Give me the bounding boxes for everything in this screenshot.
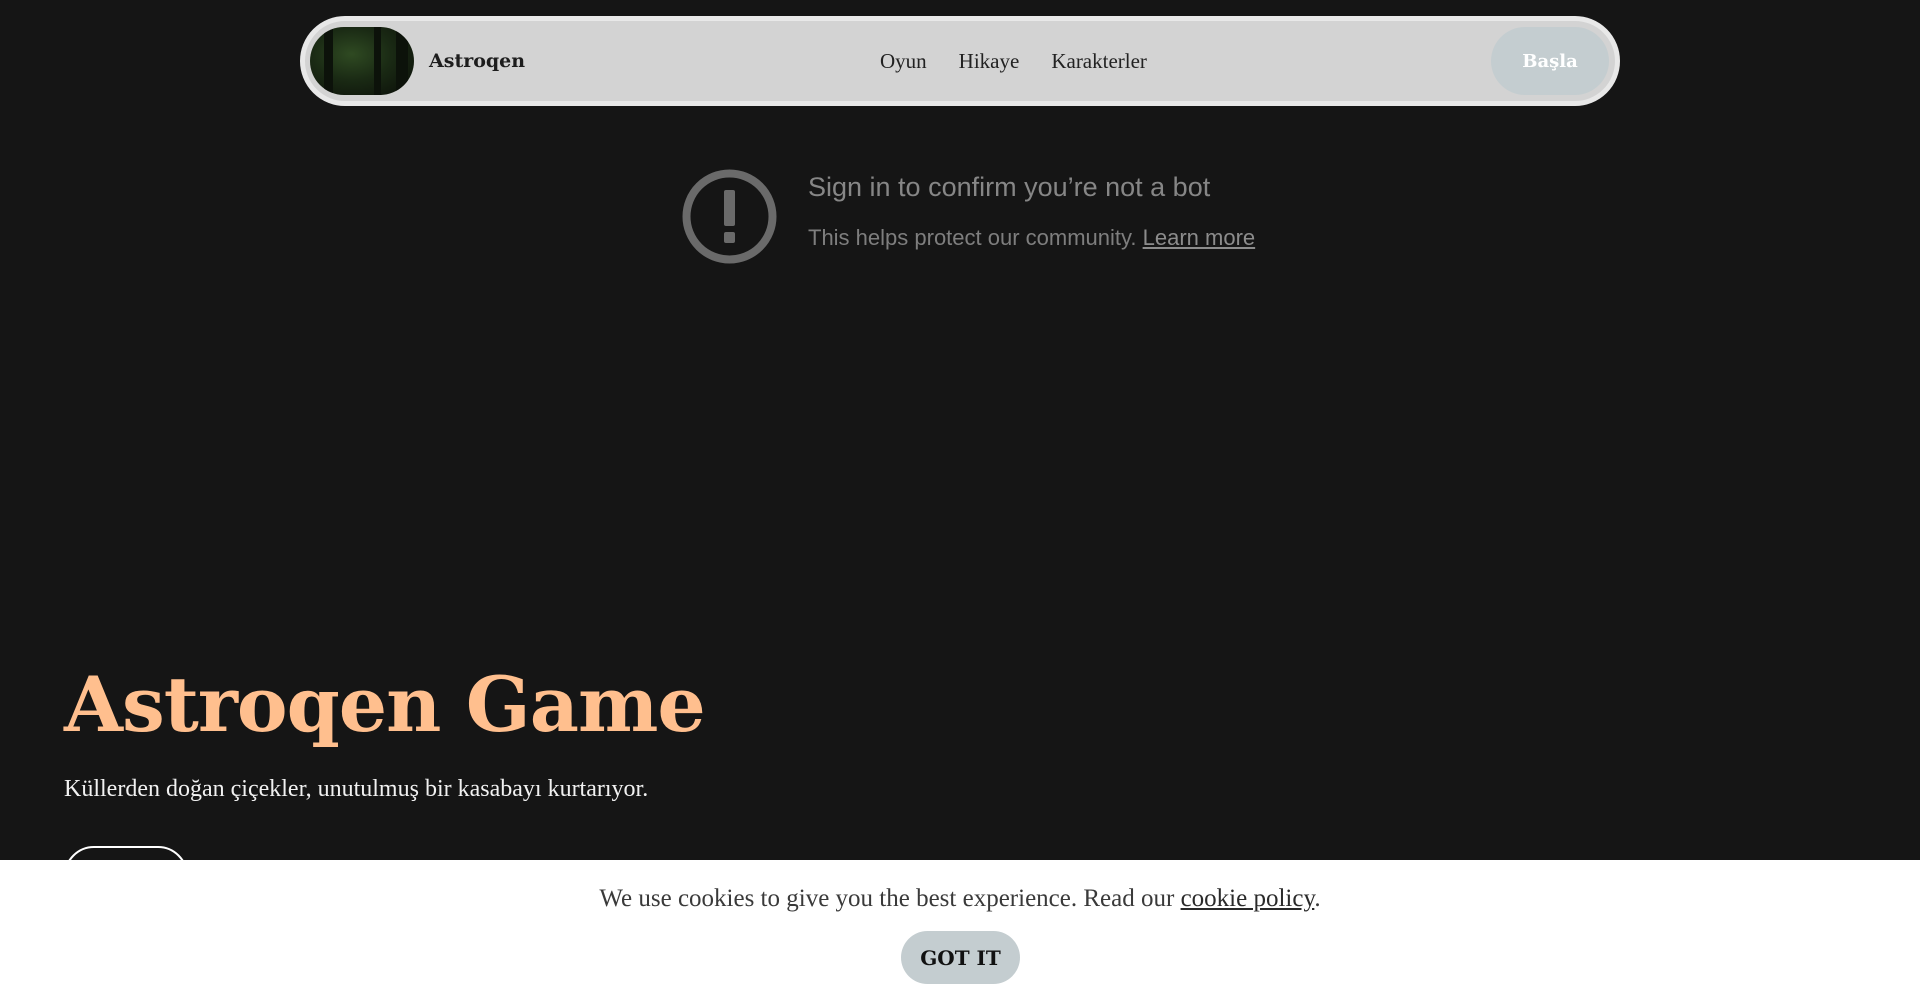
cookie-period: . — [1314, 885, 1321, 912]
bot-notice-content: Sign in to confirm you’re not a bot This… — [808, 168, 1255, 251]
bot-notice-message: This helps protect our community. — [808, 225, 1137, 250]
logo-image[interactable] — [310, 27, 414, 95]
bot-notice-title: Sign in to confirm you’re not a bot — [808, 172, 1211, 202]
hero-title: Astroqen Game — [64, 660, 706, 749]
bot-check-notice: Sign in to confirm you’re not a bot This… — [681, 168, 1255, 265]
exclamation-circle-icon — [682, 169, 777, 264]
cookie-policy-link[interactable]: cookie policy — [1181, 885, 1315, 912]
learn-more-link[interactable]: Learn more — [1143, 225, 1256, 250]
cookie-message: We use cookies to give you the best expe… — [599, 885, 1175, 912]
nav-link-hikaye[interactable]: Hikaye — [959, 49, 1020, 74]
cookie-banner: We use cookies to give you the best expe… — [0, 860, 1920, 993]
cookie-text: We use cookies to give you the best expe… — [0, 885, 1920, 913]
start-button[interactable]: Başla — [1491, 27, 1609, 95]
navbar: Astroqen Oyun Hikaye Karakterler Başla — [300, 16, 1620, 106]
nav-link-karakterler[interactable]: Karakterler — [1051, 49, 1147, 74]
nav-link-oyun[interactable]: Oyun — [880, 49, 927, 74]
hero-subtitle: Küllerden doğan çiçekler, unutulmuş bir … — [64, 776, 649, 802]
brand-name[interactable]: Astroqen — [429, 21, 525, 101]
nav-links: Oyun Hikaye Karakterler — [880, 21, 1147, 101]
got-it-button[interactable]: GOT IT — [901, 931, 1020, 984]
bot-notice-text: This helps protect our community. Learn … — [808, 225, 1255, 251]
